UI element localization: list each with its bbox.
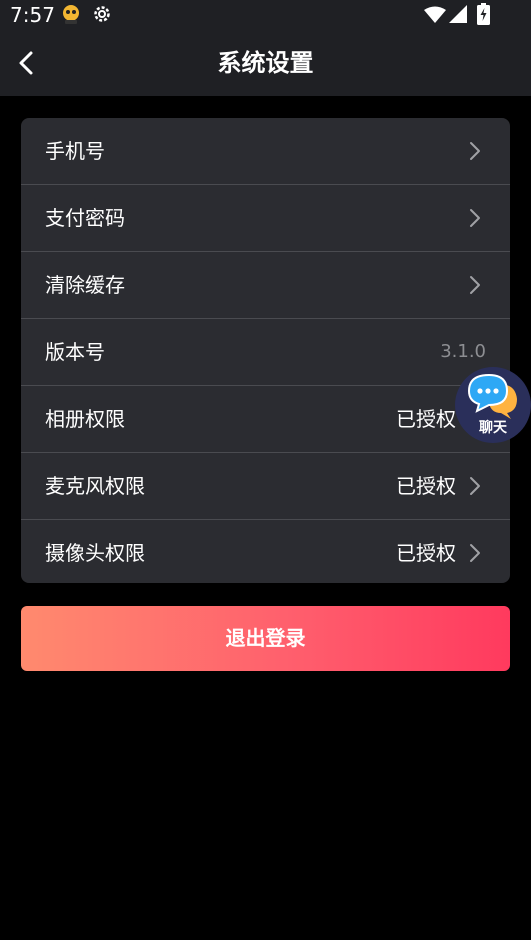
chat-bubble-icon — [467, 373, 517, 419]
row-label: 相册权限 — [45, 407, 125, 431]
row-label: 清除缓存 — [45, 273, 125, 297]
settings-row-microphone-permission[interactable]: 麦克风权限 已授权 — [21, 453, 510, 520]
chevron-right-icon — [470, 477, 480, 495]
status-time: 7:57 — [10, 3, 55, 27]
permission-status: 已授权 — [396, 474, 456, 498]
chevron-right-icon — [470, 209, 480, 227]
settings-row-phone[interactable]: 手机号 — [21, 118, 510, 185]
chevron-right-icon — [470, 544, 480, 562]
battery-charging-icon — [477, 3, 490, 25]
logout-button[interactable]: 退出登录 — [21, 606, 510, 671]
settings-row-version: 版本号 3.1.0 — [21, 319, 510, 386]
settings-row-clear-cache[interactable]: 清除缓存 — [21, 252, 510, 319]
settings-row-camera-permission[interactable]: 摄像头权限 已授权 — [21, 520, 510, 583]
row-label: 支付密码 — [45, 206, 125, 230]
status-bar: 7:57 — [0, 0, 531, 30]
page-title: 系统设置 — [217, 49, 314, 77]
chevron-right-icon — [470, 276, 480, 294]
row-label: 手机号 — [45, 139, 105, 163]
app-mascot-icon — [60, 3, 82, 25]
wifi-icon — [424, 6, 446, 24]
row-label: 麦克风权限 — [45, 474, 145, 498]
settings-row-photo-permission[interactable]: 相册权限 已授权 — [21, 386, 510, 453]
cell-signal-icon — [449, 5, 467, 23]
chat-float-label: 聊天 — [479, 420, 507, 436]
app-header: 系统设置 — [0, 30, 531, 96]
chevron-right-icon — [470, 142, 480, 160]
settings-list: 手机号 支付密码 清除缓存 版本号 3.1.0 相册权限 已授权 麦克风权限 已… — [21, 118, 510, 583]
permission-status: 已授权 — [396, 407, 456, 431]
version-value: 3.1.0 — [440, 341, 486, 362]
settings-gear-icon — [92, 4, 112, 24]
settings-row-payment-password[interactable]: 支付密码 — [21, 185, 510, 252]
row-label: 版本号 — [45, 340, 105, 364]
system-settings-screen: 7:57 系统设置 手机号 支付密码 清除缓存 版本号 3.1.0 相册权限 已… — [0, 0, 531, 940]
row-label: 摄像头权限 — [45, 541, 145, 565]
chat-float-button[interactable]: 聊天 — [455, 367, 531, 443]
permission-status: 已授权 — [396, 541, 456, 565]
